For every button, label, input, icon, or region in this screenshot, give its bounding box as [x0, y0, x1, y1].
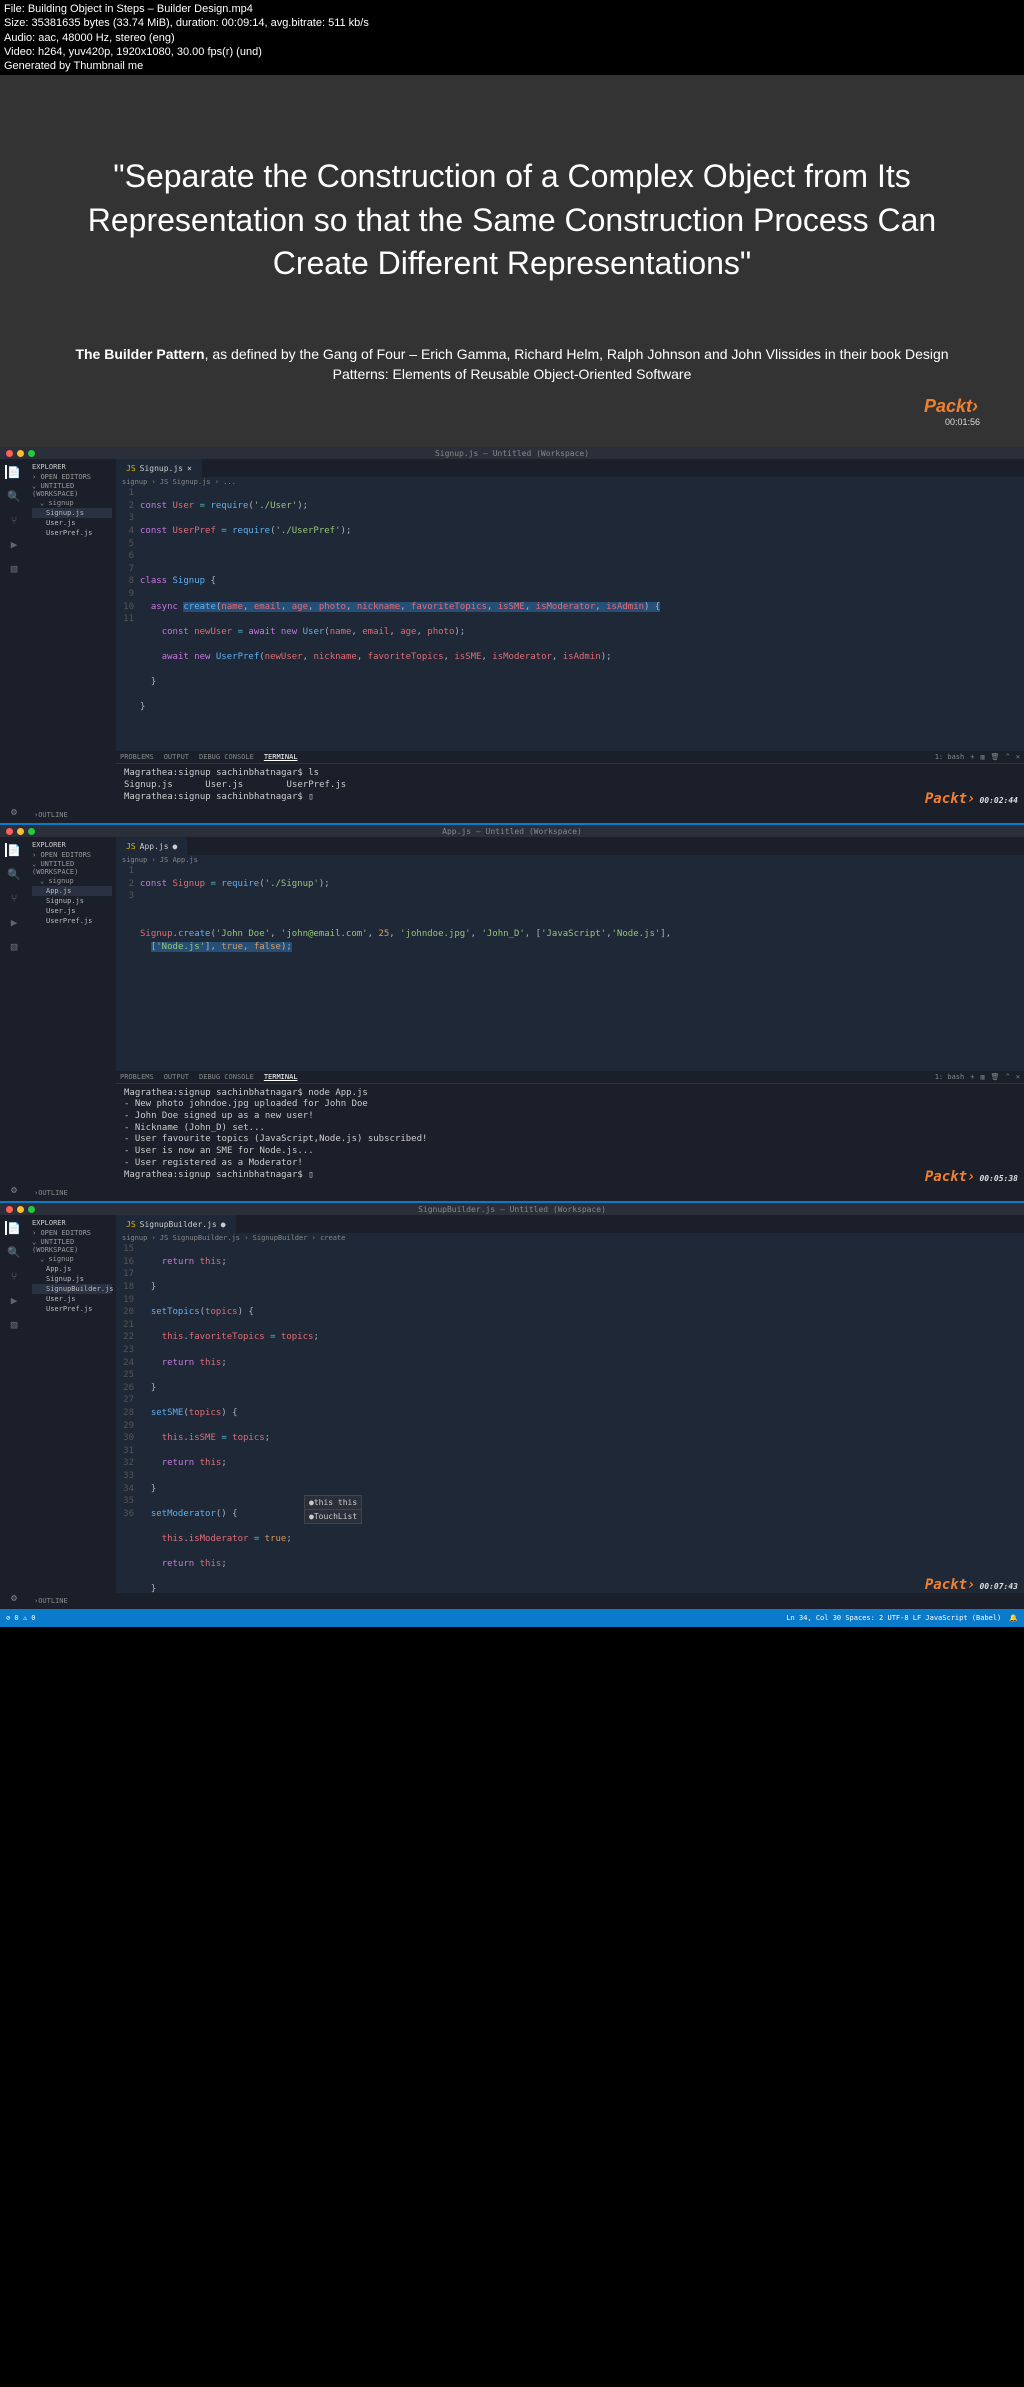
explorer-icon[interactable]: 📄 — [5, 465, 19, 479]
window-title: Signup.js — Untitled (Workspace) — [435, 449, 589, 458]
tab-debugconsole[interactable]: DEBUG CONSOLE — [199, 753, 254, 761]
term-add-icon[interactable]: + — [970, 753, 974, 761]
tab-bar: JS Signup.js × — [116, 459, 1024, 477]
intellisense-hint[interactable]: ●this this — [304, 1495, 362, 1510]
tab-output[interactable]: OUTPUT — [164, 753, 189, 761]
term-close-icon[interactable]: × — [1016, 753, 1020, 761]
debug-icon[interactable]: ▶ — [7, 537, 21, 551]
file-user[interactable]: User.js — [32, 518, 112, 528]
breadcrumb[interactable]: signup › JS Signup.js › ... — [116, 477, 1024, 487]
git-icon[interactable]: ⑂ — [7, 891, 21, 905]
code-editor[interactable]: 1234567891011 const User = require('./Us… — [116, 487, 1024, 751]
source[interactable]: const User = require('./User'); const Us… — [140, 487, 1024, 751]
vscode-screenshot-1: Signup.js — Untitled (Workspace) 📄 🔍 ⑂ ▶… — [0, 447, 1024, 825]
titlebar: Signup.js — Untitled (Workspace) — [0, 447, 1024, 459]
panel-tabs: PROBLEMS OUTPUT DEBUG CONSOLE TERMINAL 1… — [116, 751, 1024, 764]
close-icon[interactable] — [6, 828, 13, 835]
maximize-icon[interactable] — [28, 450, 35, 457]
timestamp: 00:01:56 — [945, 417, 984, 427]
file-app[interactable]: App.js — [32, 886, 112, 896]
sidebar: EXPLORER › OPEN EDITORS ⌄ UNTITLED (WORK… — [28, 459, 116, 807]
terminal[interactable]: Magrathea:signup sachinbhatnagar$ node A… — [116, 1084, 1024, 1186]
tab-terminal[interactable]: TERMINAL — [264, 753, 298, 761]
debug-icon[interactable]: ▶ — [7, 915, 21, 929]
quote-text: "Separate the Construction of a Complex … — [52, 155, 972, 285]
panel: PROBLEMS OUTPUT DEBUG CONSOLE TERMINAL 1… — [116, 751, 1024, 807]
term-trash-icon[interactable]: 🗑 — [991, 753, 1000, 761]
tab-signup[interactable]: JS Signup.js × — [116, 459, 202, 477]
tab-problems[interactable]: PROBLEMS — [120, 753, 154, 761]
terminal[interactable]: Magrathea:signup sachinbhatnagar$ ls Sig… — [116, 764, 1024, 807]
gear-icon[interactable]: ⚙ — [0, 1185, 28, 1201]
meta-gen: Generated by Thumbnail me — [4, 59, 1020, 73]
ffprobe-metadata: File: Building Object in Steps – Builder… — [0, 0, 1024, 75]
meta-file: File: Building Object in Steps – Builder… — [4, 2, 1020, 16]
file-signup[interactable]: Signup.js — [32, 508, 112, 518]
gear-icon[interactable]: ⚙ — [0, 1593, 28, 1609]
window-title: App.js — Untitled (Workspace) — [442, 827, 582, 836]
activity-bar: 📄 🔍 ⑂ ▶ ▧ — [0, 459, 28, 807]
definition-text: The Builder Pattern, as defined by the G… — [62, 345, 962, 384]
close-icon[interactable] — [6, 450, 13, 457]
term-shell[interactable]: 1: bash — [935, 753, 965, 761]
open-editors-section[interactable]: › OPEN EDITORS — [32, 473, 112, 481]
workspace-section[interactable]: ⌄ UNTITLED (WORKSPACE) — [32, 482, 112, 498]
tab-signupbuilder[interactable]: JS SignupBuilder.js ● — [116, 1215, 236, 1233]
vscode-screenshot-2: App.js — Untitled (Workspace) 📄🔍⑂▶▧ EXPL… — [0, 825, 1024, 1203]
git-icon[interactable]: ⑂ — [7, 513, 21, 527]
search-icon[interactable]: 🔍 — [7, 867, 21, 881]
minimize-icon[interactable] — [17, 828, 24, 835]
meta-audio: Audio: aac, 48000 Hz, stereo (eng) — [4, 31, 1020, 45]
outline-section[interactable]: OUTLINE — [28, 807, 116, 823]
meta-video: Video: h264, yuv420p, 1920x1080, 30.00 f… — [4, 45, 1020, 59]
title-slide: "Separate the Construction of a Complex … — [0, 75, 1024, 447]
packt-logo: Packt›00:02:44 — [925, 791, 1018, 807]
search-icon[interactable]: 🔍 — [7, 489, 21, 503]
minimize-icon[interactable] — [17, 450, 24, 457]
term-split-icon[interactable]: ▥ — [980, 753, 984, 761]
editor-area: JS Signup.js × signup › JS Signup.js › .… — [116, 459, 1024, 807]
vscode-screenshot-3: SignupBuilder.js — Untitled (Workspace) … — [0, 1203, 1024, 1611]
intellisense-hint[interactable]: ●TouchList — [304, 1509, 362, 1524]
term-max-icon[interactable]: ^ — [1006, 753, 1010, 761]
extensions-icon[interactable]: ▧ — [7, 939, 21, 953]
meta-size: Size: 35381635 bytes (33.74 MiB), durati… — [4, 16, 1020, 30]
explorer-icon[interactable]: 📄 — [5, 843, 19, 857]
file-userpref[interactable]: UserPref.js — [32, 528, 112, 538]
tab-app[interactable]: JS App.js ● — [116, 837, 187, 855]
gear-icon[interactable]: ⚙ — [0, 807, 28, 823]
explorer-header: EXPLORER — [32, 463, 112, 471]
gutter: 1234567891011 — [116, 487, 140, 751]
extensions-icon[interactable]: ▧ — [7, 561, 21, 575]
maximize-icon[interactable] — [28, 828, 35, 835]
packt-logo: Packt — [40, 394, 984, 417]
folder[interactable]: ⌄ signup — [32, 499, 112, 507]
